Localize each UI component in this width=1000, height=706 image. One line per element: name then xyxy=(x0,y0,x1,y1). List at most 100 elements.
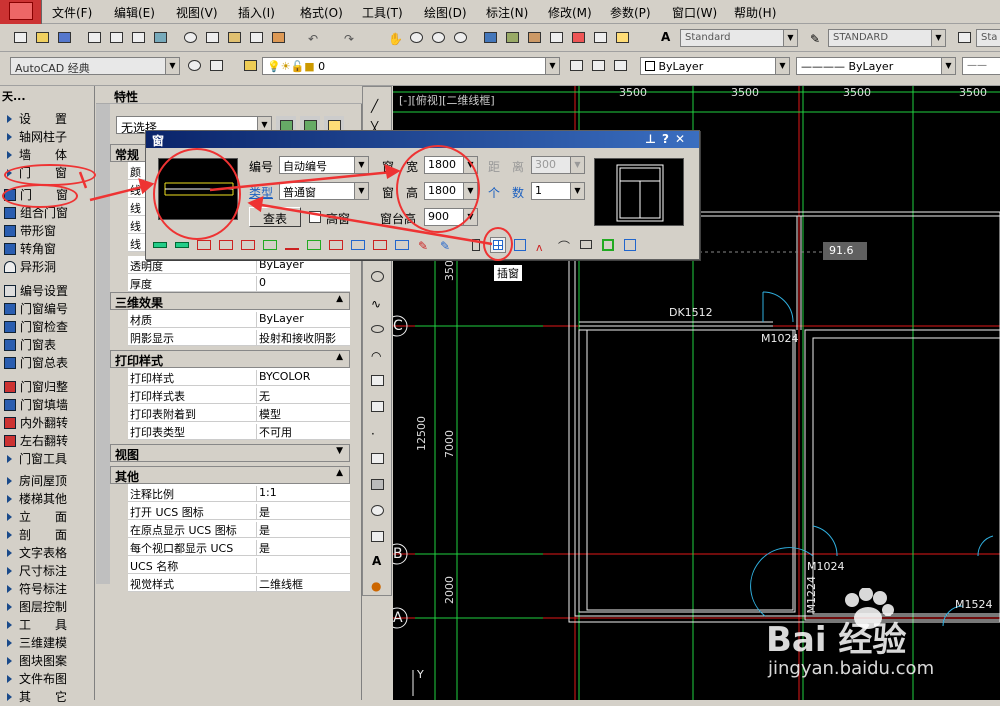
copy-icon[interactable] xyxy=(202,28,222,46)
insert-door-window-icon[interactable] xyxy=(512,237,528,253)
palette-item-other[interactable]: 其 它 xyxy=(4,688,92,706)
make-current-icon[interactable] xyxy=(566,56,586,74)
palette-item-corner-window[interactable]: 转角窗 xyxy=(4,240,92,258)
palette-item-number-settings[interactable]: 编号设置 xyxy=(4,282,92,300)
new-icon[interactable] xyxy=(10,28,30,46)
layer-previous-icon[interactable] xyxy=(588,56,608,74)
count-combo[interactable]: 1 ▼ xyxy=(531,182,585,200)
menu-tools[interactable]: 工具(T) xyxy=(362,4,403,21)
palette-item-door-number[interactable]: 门窗编号 xyxy=(4,300,92,318)
gear-icon[interactable] xyxy=(184,56,204,74)
pan-icon[interactable]: ✋ xyxy=(384,28,404,46)
help-icon[interactable]: ? xyxy=(662,132,675,146)
prop-row[interactable]: 每个视口都显示 UCS 是 xyxy=(128,538,350,556)
text-style-combo[interactable]: Standard ▼ xyxy=(680,29,798,47)
type-link[interactable]: 类型 xyxy=(249,184,273,201)
palette-item-tools[interactable]: 工 具 xyxy=(4,616,92,634)
table-icon[interactable] xyxy=(367,527,387,545)
dim-style-combo[interactable]: STANDARD ▼ xyxy=(828,29,946,47)
menu-modify[interactable]: 修改(M) xyxy=(548,4,592,21)
design-center-icon[interactable] xyxy=(502,28,522,46)
prop-row[interactable]: 注释比例 1:1 xyxy=(128,484,350,502)
undo-icon[interactable]: ↶ xyxy=(304,28,324,46)
insert-equal-icon[interactable] xyxy=(240,237,256,253)
tool-palette-icon[interactable] xyxy=(524,28,544,46)
region-icon[interactable] xyxy=(367,501,387,519)
number-combo[interactable]: 自动编号 ▼ xyxy=(279,156,369,174)
redo-icon[interactable]: ↷ xyxy=(340,28,360,46)
palette-item-door-tools[interactable]: 门窗工具 xyxy=(4,450,92,468)
prop-row[interactable]: 打开 UCS 图标 是 xyxy=(128,502,350,520)
section-print[interactable]: 打印样式 ▲ xyxy=(110,350,350,368)
insert-hole-icon[interactable] xyxy=(578,237,594,253)
line-icon[interactable]: ╱ xyxy=(367,95,387,113)
layer-manager-icon[interactable] xyxy=(240,56,260,74)
zoom-previous-icon[interactable] xyxy=(450,28,470,46)
markup-icon[interactable] xyxy=(568,28,588,46)
insert-bay-icon[interactable]: ᴧ xyxy=(534,237,550,254)
dim-style-icon[interactable]: ✎ xyxy=(806,28,826,46)
menu-help[interactable]: 帮助(H) xyxy=(734,4,776,21)
type-combo[interactable]: 普通窗 ▼ xyxy=(279,182,369,200)
make-block-icon[interactable] xyxy=(367,397,387,415)
palette-item-3d-model[interactable]: 三维建模 xyxy=(4,634,92,652)
3d-icon[interactable] xyxy=(150,28,170,46)
pin-icon[interactable]: ⊥ xyxy=(645,132,662,146)
palette-item-door-fill[interactable]: 门窗填墙 xyxy=(4,396,92,414)
help-icon[interactable] xyxy=(612,28,632,46)
prop-row[interactable]: 在原点显示 UCS 图标 是 xyxy=(128,520,350,538)
palette-item-strip-window[interactable]: 带形窗 xyxy=(4,222,92,240)
distance-combo[interactable]: 300 ▼ xyxy=(531,156,585,174)
menu-edit[interactable]: 编辑(E) xyxy=(114,4,155,21)
insert-door-icon[interactable] xyxy=(468,237,484,253)
layer-state-icon[interactable] xyxy=(610,56,630,74)
palette-item-flip-inout[interactable]: 内外翻转 xyxy=(4,414,92,432)
linetype-combo[interactable]: ———— ByLayer ▼ xyxy=(796,57,956,75)
add-selected-icon[interactable]: ● xyxy=(367,575,387,593)
window-3d-preview[interactable] xyxy=(594,158,684,226)
menu-dimension[interactable]: 标注(N) xyxy=(486,4,528,21)
menu-draw[interactable]: 绘图(D) xyxy=(424,4,467,21)
prop-row[interactable]: 厚度 0 xyxy=(128,274,350,292)
paste-special-icon[interactable] xyxy=(246,28,266,46)
menu-file[interactable]: 文件(F) xyxy=(52,4,92,21)
workspace-combo[interactable]: AutoCAD 经典 ▼ xyxy=(10,57,180,75)
insert-corner-icon[interactable] xyxy=(284,237,300,253)
viewport-label[interactable]: [-][俯视][二维线框] xyxy=(399,92,495,108)
eyedropper-2-icon[interactable]: ✎ xyxy=(438,237,454,253)
lookup-table-button[interactable]: 查表 xyxy=(249,207,301,227)
lineweight-combo[interactable]: —— xyxy=(962,57,1000,75)
menu-format[interactable]: 格式(O) xyxy=(300,4,343,21)
palette-item-door-align[interactable]: 门窗归整 xyxy=(4,378,92,396)
palette-item-elevation[interactable]: 立 面 xyxy=(4,508,92,526)
palette-item-flip-lr[interactable]: 左右翻转 xyxy=(4,432,92,450)
prop-row[interactable]: 打印样式 BYCOLOR xyxy=(128,368,350,386)
table-style-combo[interactable]: Sta xyxy=(976,29,1000,47)
prop-row[interactable]: 材质 ByLayer xyxy=(128,310,350,328)
palette-item-file-layout[interactable]: 文件布图 xyxy=(4,670,92,688)
color-combo[interactable]: ByLayer ▼ xyxy=(640,57,790,75)
hatch-icon[interactable] xyxy=(367,449,387,467)
insert-center-icon[interactable] xyxy=(218,237,234,253)
preview-icon[interactable] xyxy=(106,28,126,46)
open-icon[interactable] xyxy=(32,28,52,46)
insert-auto-icon[interactable] xyxy=(306,237,322,253)
palette-sidebar[interactable] xyxy=(96,104,110,584)
palette-item-symbol[interactable]: 符号标注 xyxy=(4,580,92,598)
palette-item-door-check[interactable]: 门窗检查 xyxy=(4,318,92,336)
palette-item-wall[interactable]: 墙 体 xyxy=(4,146,92,164)
publish-icon[interactable] xyxy=(128,28,148,46)
menu-view[interactable]: 视图(V) xyxy=(176,4,218,21)
layer-combo[interactable]: 💡☀🔓■ 0 ▼ xyxy=(262,57,560,75)
section-3d[interactable]: 三维效果 ▲ xyxy=(110,292,350,310)
close-icon[interactable]: ✕ xyxy=(675,132,691,146)
palette-item-section[interactable]: 剖 面 xyxy=(4,526,92,544)
palette-item-text-table[interactable]: 文字表格 xyxy=(4,544,92,562)
palette-item-axis[interactable]: 轴网柱子 xyxy=(4,128,92,146)
zoom-realtime-icon[interactable] xyxy=(406,28,426,46)
insert-pick-icon[interactable] xyxy=(350,237,366,253)
menu-window[interactable]: 窗口(W) xyxy=(672,4,717,21)
palette-item-stairs[interactable]: 楼梯其他 xyxy=(4,490,92,508)
prop-row[interactable]: 打印表类型 不可用 xyxy=(128,422,350,440)
palette-item-room-roof[interactable]: 房间屋顶 xyxy=(4,472,92,490)
